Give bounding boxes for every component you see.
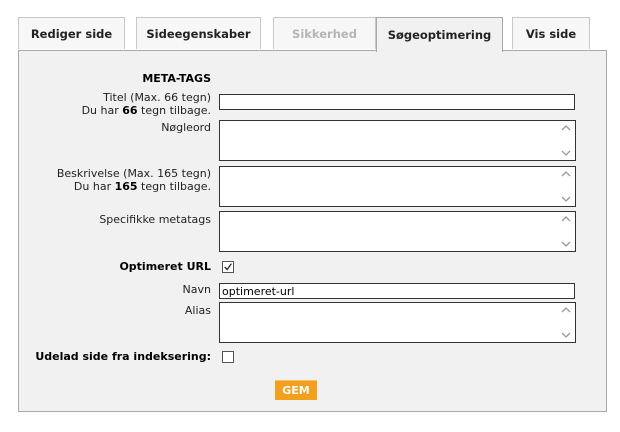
tab-sideegenskaber[interactable]: Sideegenskaber	[136, 17, 261, 49]
title-label: Titel (Max. 66 tegn) Du har 66 tegn tilb…	[82, 91, 211, 117]
scroll-up-icon[interactable]	[561, 170, 571, 178]
optimized-url-label: Optimeret URL	[119, 260, 211, 273]
scroll-down-icon[interactable]	[561, 331, 571, 339]
tab-label: Søgeoptimering	[387, 28, 492, 42]
scroll-up-icon[interactable]	[561, 306, 571, 314]
description-remaining-count: 165	[114, 180, 138, 193]
description-label: Beskrivelse (Max. 165 tegn) Du har 165 t…	[57, 167, 211, 193]
specific-metatags-label: Specifikke metatags	[99, 213, 211, 226]
keywords-textarea[interactable]	[219, 120, 576, 161]
description-remaining-text: Du har 165 tegn tilbage.	[73, 180, 211, 193]
tab-soegeoptimering[interactable]: Søgeoptimering	[376, 17, 503, 52]
alias-label: Alias	[184, 304, 211, 317]
description-textarea[interactable]	[219, 166, 576, 207]
save-button[interactable]: GEM	[275, 380, 317, 400]
title-input[interactable]	[219, 94, 575, 110]
title-remaining-count: 66	[122, 104, 138, 117]
specific-metatags-textarea[interactable]	[219, 211, 576, 252]
title-limit-text: Titel (Max. 66 tegn)	[103, 91, 211, 104]
scroll-down-icon[interactable]	[561, 149, 571, 157]
tab-label: Rediger side	[30, 26, 113, 41]
description-limit-text: Beskrivelse (Max. 165 tegn)	[56, 167, 211, 180]
tab-rediger-side[interactable]: Rediger side	[18, 17, 125, 49]
title-remaining-text: Du har 66 tegn tilbage.	[81, 104, 211, 117]
exclude-indexing-checkbox[interactable]	[222, 351, 234, 363]
tab-vis-side[interactable]: Vis side	[512, 17, 590, 49]
scroll-down-icon[interactable]	[561, 240, 571, 248]
seo-panel: META-TAGS Titel (Max. 66 tegn) Du har 66…	[18, 50, 607, 412]
tab-label: Sikkerhed	[292, 26, 357, 41]
checkmark-icon	[224, 263, 232, 271]
tab-bar: Rediger side Sideegenskaber Sikkerhed Sø…	[18, 17, 608, 52]
tab-label: Vis side	[525, 26, 577, 41]
name-input[interactable]	[219, 283, 575, 299]
tab-sikkerhed: Sikkerhed	[273, 17, 376, 49]
alias-textarea[interactable]	[219, 302, 576, 343]
tab-label: Sideegenskaber	[146, 26, 251, 41]
scroll-up-icon[interactable]	[561, 215, 571, 223]
optimized-url-checkbox[interactable]	[222, 261, 234, 273]
scroll-down-icon[interactable]	[561, 195, 571, 203]
keywords-label: Nøgleord	[161, 121, 211, 134]
section-title: META-TAGS	[142, 72, 211, 85]
scroll-up-icon[interactable]	[561, 124, 571, 132]
exclude-indexing-label: Udelad side fra indeksering:	[35, 350, 211, 363]
name-label: Navn	[182, 283, 211, 296]
